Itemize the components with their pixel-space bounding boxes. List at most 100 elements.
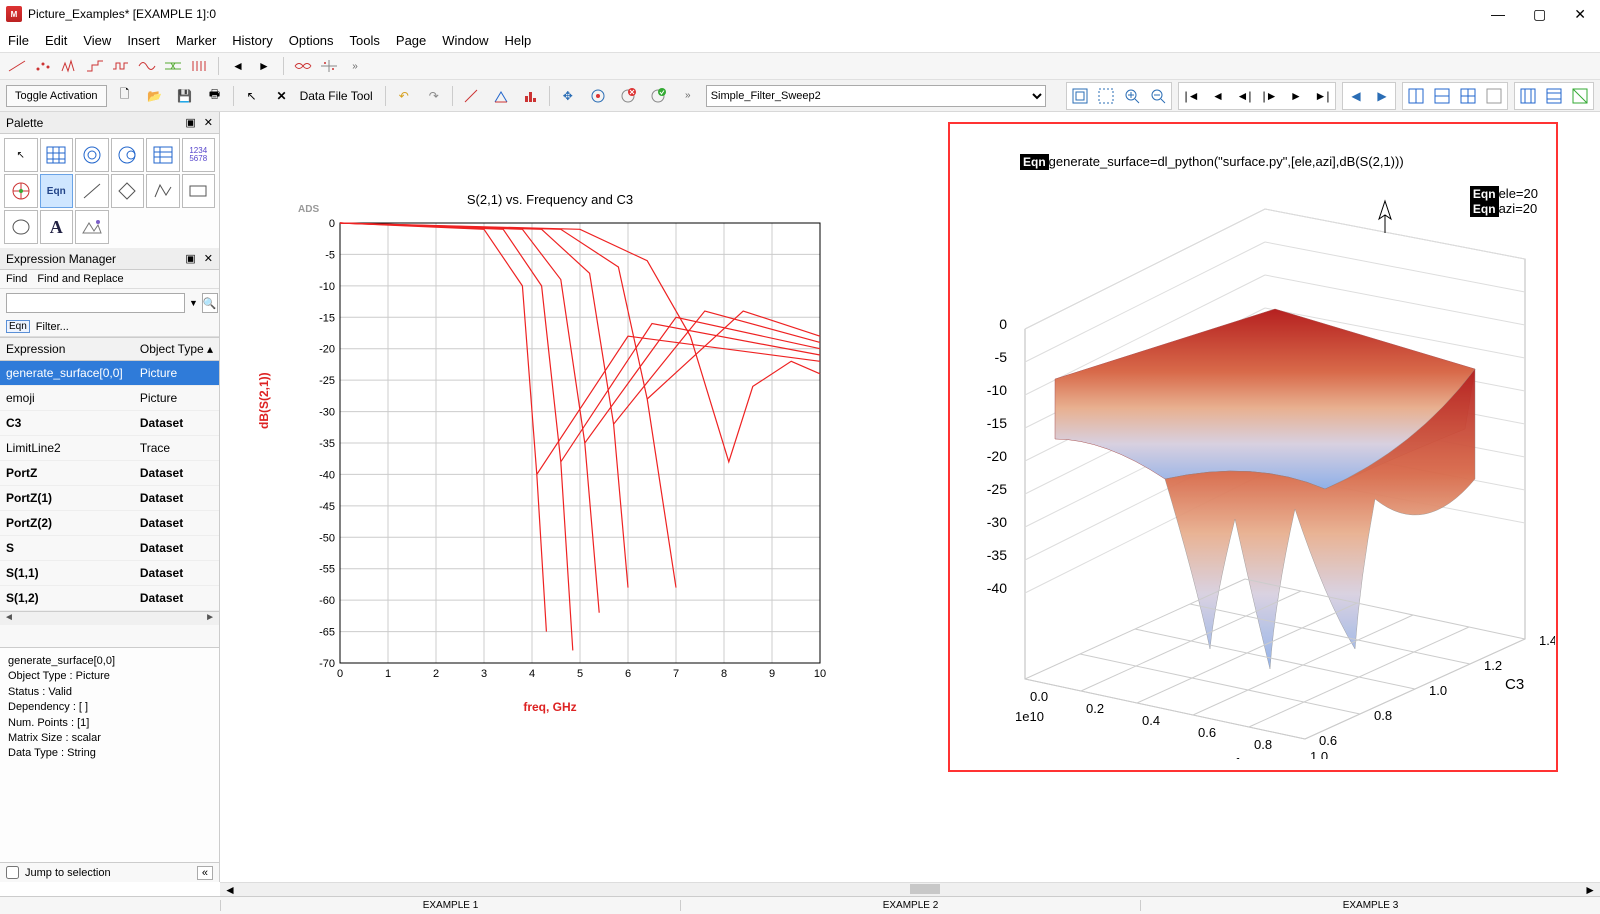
menu-history[interactable]: History [232,33,272,48]
menu-insert[interactable]: Insert [127,33,160,48]
table-row[interactable]: SDataset [0,536,219,561]
palette-text[interactable]: A [40,210,74,244]
zoom-area-icon[interactable] [1094,84,1118,108]
expr-col-type[interactable]: Object Type ▴ [134,338,219,361]
new-page-icon[interactable]: 🗋 [113,84,137,108]
table-row[interactable]: PortZDataset [0,461,219,486]
palette-smith[interactable] [111,138,145,172]
palette-image[interactable] [75,210,109,244]
pointer-icon[interactable]: ↖ [240,84,264,108]
close-button[interactable]: ✕ [1574,6,1586,23]
menu-window[interactable]: Window [442,33,488,48]
expr-findrepl-tab[interactable]: Find and Replace [37,273,123,285]
palette-rect-grid[interactable] [40,138,74,172]
expr-search-input[interactable] [6,293,185,313]
zoom-out-icon[interactable] [1146,84,1170,108]
table-row[interactable]: C3Dataset [0,411,219,436]
grid1-icon[interactable] [1516,84,1540,108]
chart-2d[interactable]: ADS S(2,1) vs. Frequency and C3 01234567… [270,192,830,732]
table-row[interactable]: PortZ(1)Dataset [0,486,219,511]
trace-linear-icon[interactable] [6,55,28,77]
palette-rect[interactable] [182,174,216,208]
palette-pointer[interactable]: ↖ [4,138,38,172]
trace-step-icon[interactable] [84,55,106,77]
save-icon[interactable]: 💾 [173,84,197,108]
histogram-icon[interactable] [519,84,543,108]
open-icon[interactable]: 📂 [143,84,167,108]
menu-file[interactable]: File [8,33,29,48]
trace-digital-icon[interactable] [110,55,132,77]
palette-polar[interactable] [75,138,109,172]
grid2-icon[interactable] [1542,84,1566,108]
expr-filter-button[interactable]: Filter... [36,321,69,333]
zoom-in-icon[interactable] [1120,84,1144,108]
datafile-tool-button[interactable]: Data File Tool [300,89,373,103]
marker-tool-icon[interactable] [489,84,513,108]
table-row[interactable]: S(1,2)Dataset [0,586,219,611]
palette-undock-icon[interactable]: ▣ [185,116,195,129]
toggle-activation-button[interactable]: Toggle Activation [6,85,107,107]
table-row[interactable]: PortZ(2)Dataset [0,511,219,536]
menu-view[interactable]: View [83,33,111,48]
expr-search-go-icon[interactable]: 🔍 [202,293,218,313]
expr-close-icon[interactable]: ✕ [204,252,213,265]
layout2-icon[interactable] [1430,84,1454,108]
prev-icon[interactable]: ◄ [1206,84,1230,108]
menu-page[interactable]: Page [396,33,426,48]
canvas-scroll-right-icon[interactable]: ► [1584,883,1596,897]
table-row[interactable]: LimitLine2Trace [0,436,219,461]
undo-icon[interactable]: ↶ [392,84,416,108]
trace-scatter-icon[interactable] [32,55,54,77]
dataset-select[interactable]: Simple_Filter_Sweep2 [706,85,1046,107]
tab-example-1[interactable]: EXAMPLE 1 [220,900,680,911]
layout3-icon[interactable] [1456,84,1480,108]
palette-numeric[interactable]: 1234 5678 [182,138,216,172]
last-icon[interactable]: ►| [1310,84,1334,108]
menu-edit[interactable]: Edit [45,33,67,48]
expr-table[interactable]: Expression Object Type ▴ generate_surfac… [0,337,219,647]
table-row[interactable]: emojiPicture [0,386,219,411]
step-back-icon[interactable]: ◄| [1232,84,1256,108]
layout1-icon[interactable] [1404,84,1428,108]
trace-density-icon[interactable] [188,55,210,77]
menu-options[interactable]: Options [289,33,334,48]
maximize-button[interactable]: ▢ [1533,6,1546,23]
palette-list[interactable] [146,138,180,172]
trace-bus-icon[interactable] [162,55,184,77]
table-row[interactable]: generate_surface[0,0]Picture [0,361,219,386]
jump-collapse-icon[interactable]: « [197,866,213,880]
menu-tools[interactable]: Tools [350,33,380,48]
overflow2-icon[interactable]: » [676,84,700,108]
tab-example-2[interactable]: EXAMPLE 2 [680,900,1140,911]
palette-circle[interactable] [4,210,38,244]
step-fwd-icon[interactable]: |► [1258,84,1282,108]
zoom-fit-icon[interactable] [1068,84,1092,108]
nav-next-icon[interactable]: ► [253,55,275,77]
canvas-scroll-thumb[interactable] [910,884,940,894]
first-icon[interactable]: |◄ [1180,84,1204,108]
print-icon[interactable]: 🖶 [203,84,227,108]
palette-equation[interactable]: Eqn [40,174,74,208]
eye-trace-icon[interactable] [292,55,314,77]
constellation-icon[interactable] [318,55,340,77]
redo-icon[interactable]: ↷ [422,84,446,108]
move-icon[interactable]: ✥ [556,84,580,108]
palette-diamond[interactable] [111,174,145,208]
pan-left-icon[interactable]: ◀ [1344,84,1368,108]
grid3-icon[interactable] [1568,84,1592,108]
expr-col-expression[interactable]: Expression [0,338,134,361]
expr-hscroll[interactable]: ◄► [0,611,219,625]
table-row[interactable]: S(1,1)Dataset [0,561,219,586]
pan-right-icon[interactable]: ▶ [1370,84,1394,108]
menu-help[interactable]: Help [505,33,532,48]
trace-spectrum-icon[interactable] [58,55,80,77]
trace-wave-icon[interactable] [136,55,158,77]
expr-find-tab[interactable]: Find [6,273,27,285]
palette-line[interactable] [75,174,109,208]
line-tool-icon[interactable] [459,84,483,108]
expr-eqn-badge[interactable]: Eqn [6,320,30,333]
next-icon[interactable]: ► [1284,84,1308,108]
disable-icon[interactable] [616,84,640,108]
delete-icon[interactable]: ✕ [270,84,294,108]
layout4-icon[interactable] [1482,84,1506,108]
